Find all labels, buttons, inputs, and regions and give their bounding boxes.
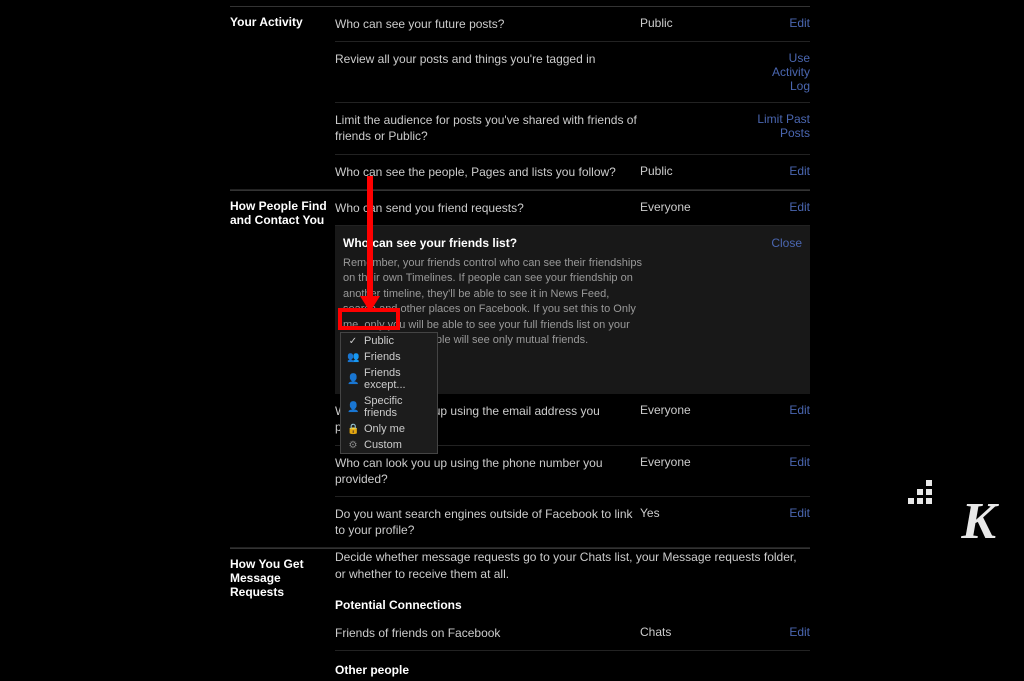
section-messages: How You Get Message Requests Decide whet… bbox=[230, 548, 810, 681]
dropdown-option-public[interactable]: ✓ Public bbox=[341, 333, 437, 349]
dropdown-option-custom[interactable]: ⚙ Custom bbox=[341, 437, 437, 453]
edit-lookup-phone[interactable]: Edit bbox=[750, 455, 810, 469]
setting-limit-audience: Limit the audience for posts you've shar… bbox=[335, 103, 810, 154]
dropdown-option-only-me[interactable]: 🔒 Only me bbox=[341, 421, 437, 437]
edit-follow-list[interactable]: Edit bbox=[750, 164, 810, 178]
dropdown-option-specific-friends[interactable]: 👤 Specific friends bbox=[341, 393, 437, 421]
use-activity-log-link[interactable]: Use Activity Log bbox=[750, 51, 810, 93]
edit-future-posts[interactable]: Edit bbox=[750, 16, 810, 30]
section-title-contact: How People Find and Contact You bbox=[230, 191, 335, 548]
setting-fof: Friends of friends on Facebook Chats Edi… bbox=[335, 616, 810, 651]
setting-review-posts: Review all your posts and things you're … bbox=[335, 42, 810, 103]
watermark-dots bbox=[908, 480, 932, 504]
setting-follow-list: Who can see the people, Pages and lists … bbox=[335, 155, 810, 189]
potential-connections-header: Potential Connections bbox=[335, 590, 810, 616]
expanded-title: Who can see your friends list? bbox=[343, 236, 517, 250]
audience-dropdown-menu: ✓ Public 👥 Friends 👤 Friends except... 👤… bbox=[340, 332, 438, 454]
watermark-logo: K bbox=[961, 496, 996, 548]
lock-icon: 🔒 bbox=[347, 424, 359, 435]
limit-past-posts-link[interactable]: Limit Past Posts bbox=[750, 112, 810, 140]
section-title-activity: Your Activity bbox=[230, 7, 335, 189]
messages-description: Decide whether message requests go to yo… bbox=[335, 549, 810, 589]
gear-icon: ⚙ bbox=[347, 440, 359, 451]
close-expanded[interactable]: Close bbox=[771, 236, 802, 250]
edit-lookup-email[interactable]: Edit bbox=[750, 403, 810, 417]
edit-fof[interactable]: Edit bbox=[750, 625, 810, 639]
edit-friend-requests[interactable]: Edit bbox=[750, 200, 810, 214]
dropdown-option-friends[interactable]: 👥 Friends bbox=[341, 349, 437, 365]
edit-search-engines[interactable]: Edit bbox=[750, 506, 810, 520]
dropdown-option-friends-except[interactable]: 👤 Friends except... bbox=[341, 365, 437, 393]
section-contact: How People Find and Contact You Who can … bbox=[230, 190, 810, 549]
setting-friend-requests: Who can send you friend requests? Everyo… bbox=[335, 191, 810, 226]
setting-search-engines: Do you want search engines outside of Fa… bbox=[335, 497, 810, 547]
check-icon: ✓ bbox=[347, 336, 359, 347]
friends-except-icon: 👤 bbox=[347, 374, 359, 385]
friends-icon: 👥 bbox=[347, 352, 359, 363]
section-title-messages: How You Get Message Requests bbox=[230, 549, 335, 681]
setting-future-posts: Who can see your future posts? Public Ed… bbox=[335, 7, 810, 42]
section-your-activity: Your Activity Who can see your future po… bbox=[230, 6, 810, 190]
other-people-header: Other people bbox=[335, 651, 810, 681]
specific-friends-icon: 👤 bbox=[347, 402, 359, 413]
